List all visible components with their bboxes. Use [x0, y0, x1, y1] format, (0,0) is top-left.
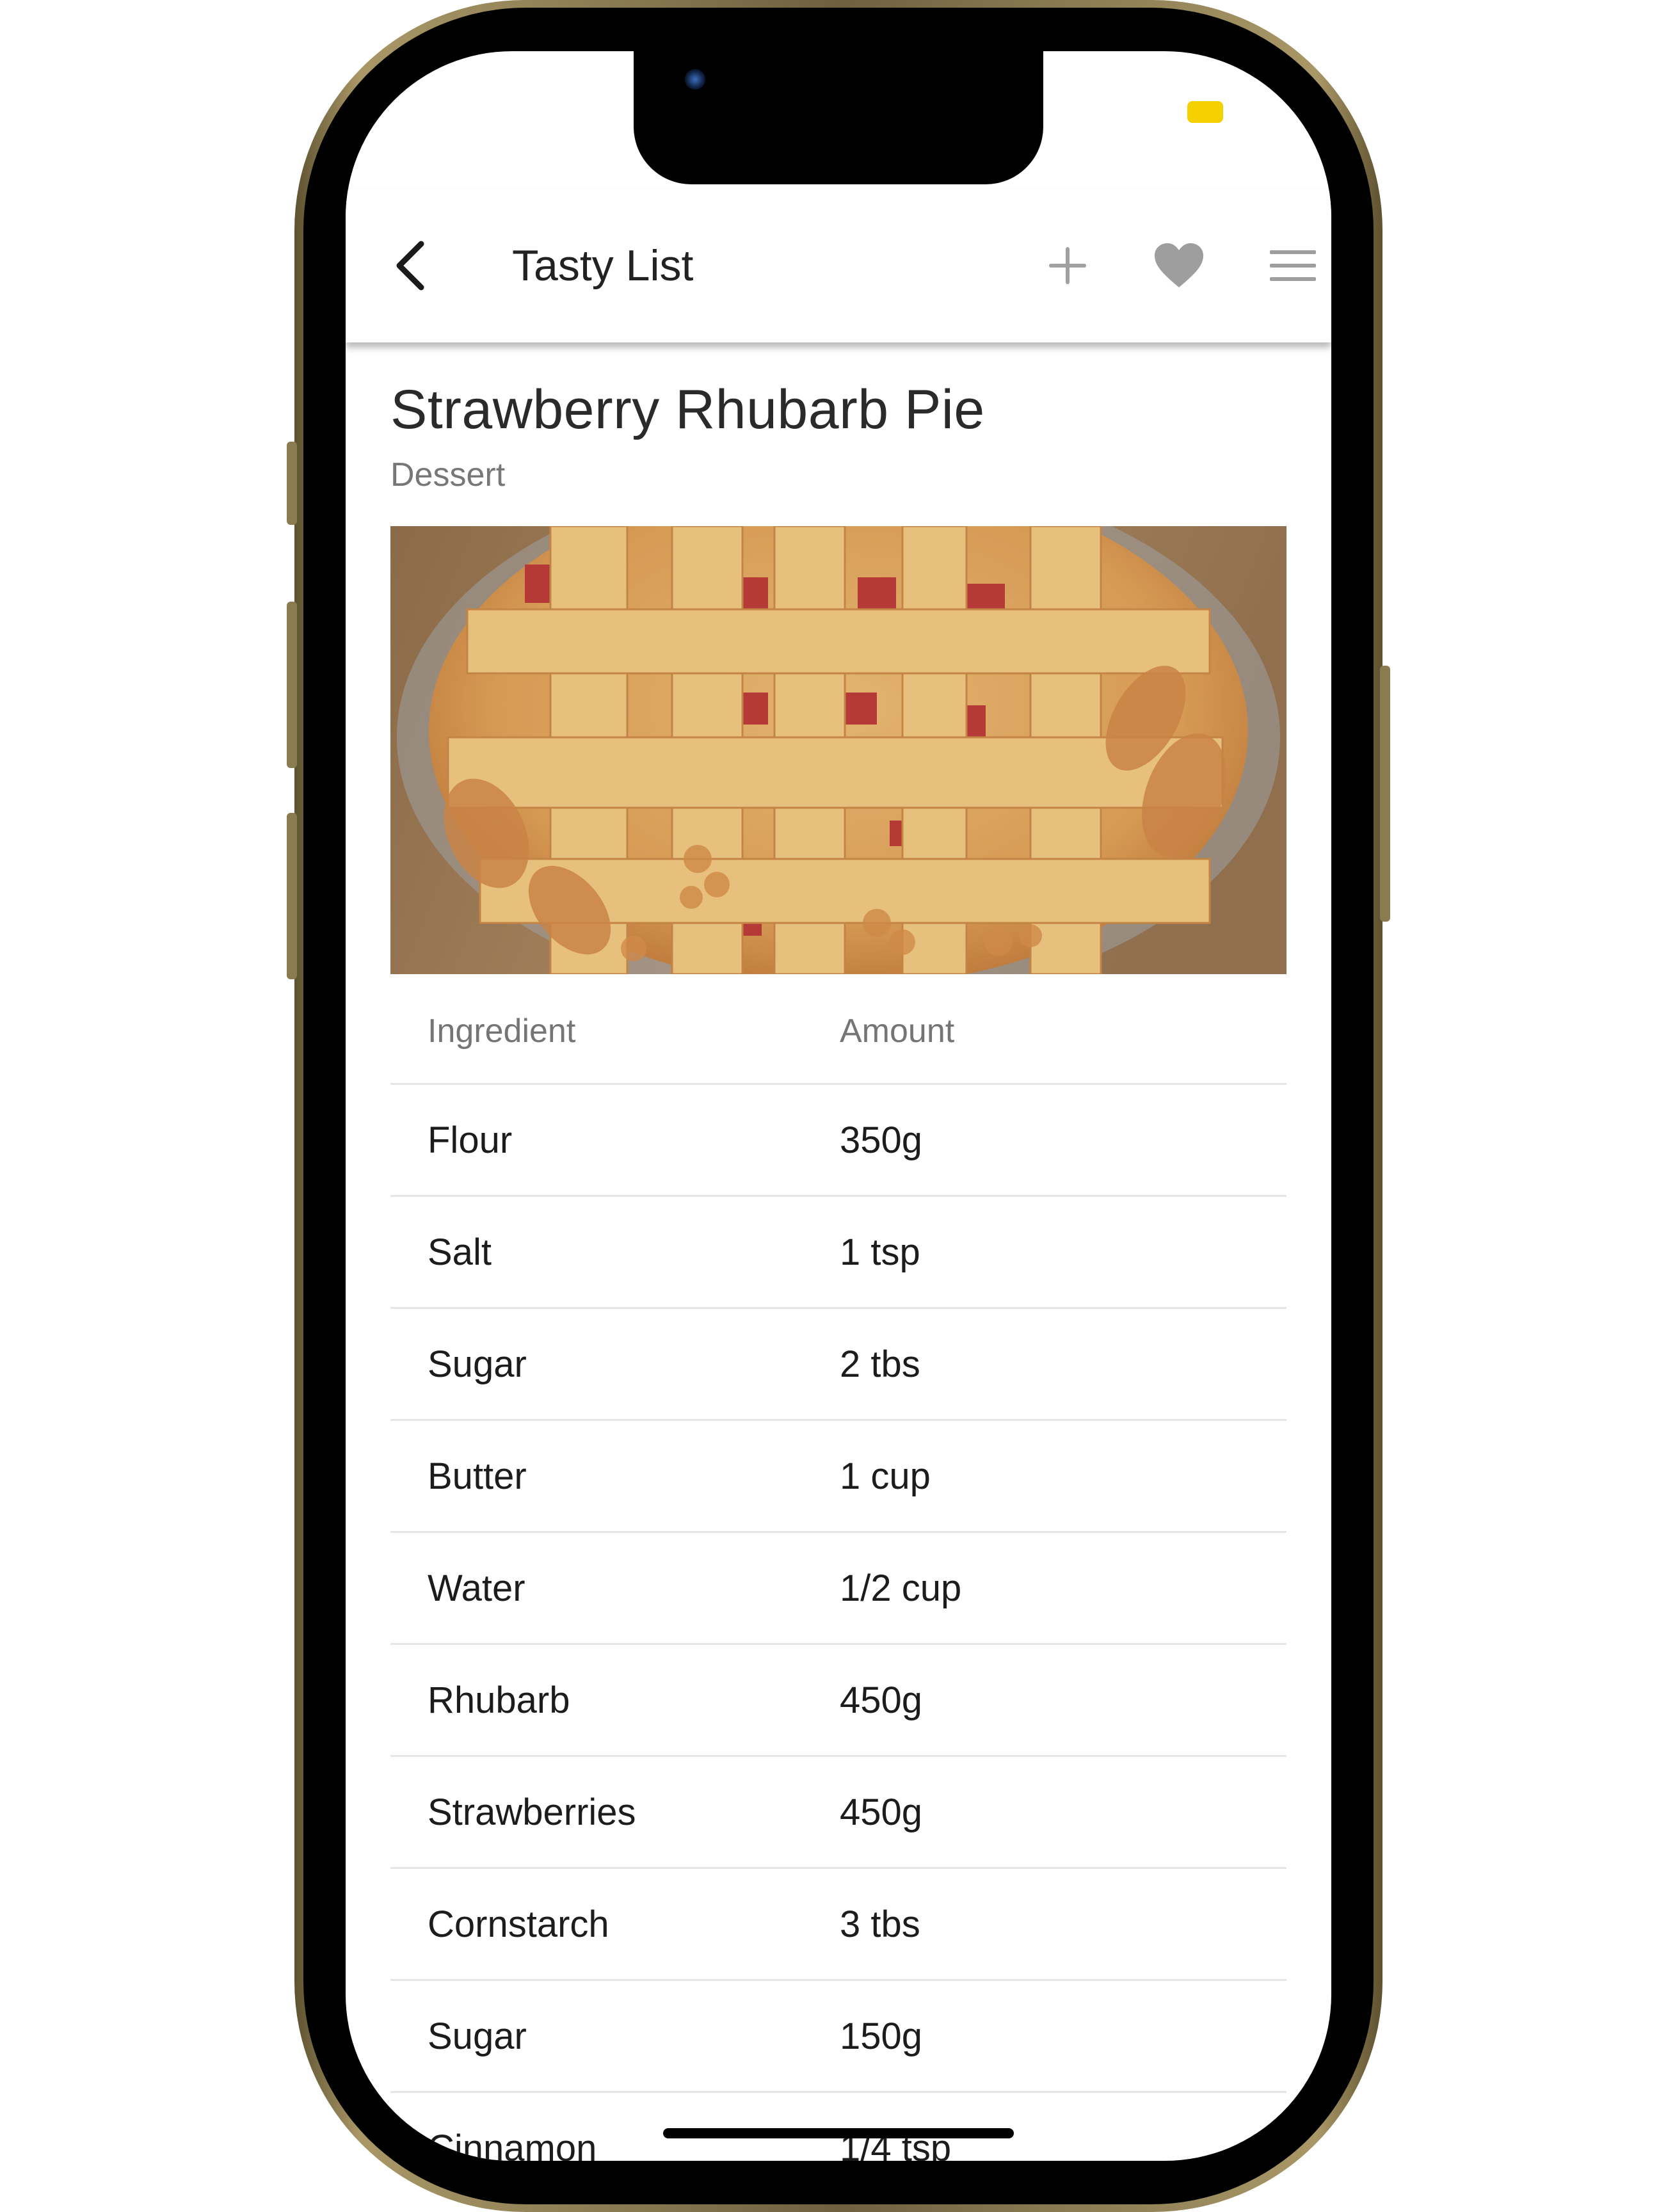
amount-cell: 1 cup [840, 1455, 931, 1497]
ingredient-cell: Cornstarch [428, 1903, 609, 1945]
recipe-category: Dessert [390, 456, 506, 493]
column-header-ingredient: Ingredient [428, 1013, 576, 1050]
status-indicator [1187, 101, 1223, 123]
recipe-title: Strawberry Rhubarb Pie [390, 379, 985, 440]
stage: Tasty List Strawberry Rhubarb Pie Desser… [0, 0, 1659, 2212]
amount-cell: 150g [840, 2015, 923, 2057]
app-bar: Tasty List [346, 189, 1331, 342]
notch [634, 51, 1043, 184]
table-row[interactable]: Salt 1 tsp [390, 1197, 1286, 1309]
add-button[interactable] [1037, 235, 1098, 296]
plus-icon [1049, 247, 1086, 284]
menu-icon [1270, 250, 1316, 281]
table-row[interactable]: Sugar 2 tbs [390, 1309, 1286, 1421]
table-row[interactable]: Strawberries 450g [390, 1757, 1286, 1869]
power-button [1380, 666, 1390, 922]
amount-cell: 350g [840, 1119, 923, 1161]
column-header-amount: Amount [840, 1013, 955, 1050]
ingredient-cell: Cinnamon [428, 2127, 597, 2161]
ingredient-cell: Salt [428, 1231, 492, 1273]
ingredient-cell: Strawberries [428, 1791, 636, 1833]
table-row[interactable]: Sugar 150g [390, 1981, 1286, 2093]
chevron-left-icon [396, 241, 424, 291]
amount-cell: 450g [840, 1679, 923, 1721]
recipe-header: Strawberry Rhubarb Pie Dessert [390, 378, 1286, 495]
table-row[interactable]: Rhubarb 450g [390, 1645, 1286, 1757]
app-title: Tasty List [512, 241, 694, 290]
table-row[interactable]: Cornstarch 3 tbs [390, 1869, 1286, 1981]
amount-cell: 1/2 cup [840, 1567, 962, 1609]
ingredient-cell: Butter [428, 1455, 527, 1497]
front-camera [685, 69, 705, 90]
amount-cell: 450g [840, 1791, 923, 1833]
menu-button[interactable] [1262, 235, 1324, 296]
ingredient-cell: Water [428, 1567, 525, 1609]
ingredients-table: Ingredient Amount Flour 350g Salt 1 tsp … [390, 979, 1286, 2161]
table-row[interactable]: Butter 1 cup [390, 1421, 1286, 1533]
home-indicator[interactable] [663, 2128, 1014, 2138]
heart-icon [1155, 243, 1203, 287]
phone-screen: Tasty List Strawberry Rhubarb Pie Desser… [346, 51, 1331, 2161]
table-header-row: Ingredient Amount [390, 979, 1286, 1085]
favorite-button[interactable] [1148, 235, 1210, 296]
ingredient-cell: Sugar [428, 1343, 527, 1385]
amount-cell: 2 tbs [840, 1343, 920, 1385]
amount-cell: 1/4 tsp [840, 2127, 952, 2161]
table-row[interactable]: Flour 350g [390, 1085, 1286, 1197]
amount-cell: 3 tbs [840, 1903, 920, 1945]
mute-switch [287, 442, 297, 525]
recipe-photo [390, 526, 1286, 974]
back-button[interactable] [384, 239, 438, 293]
table-row[interactable]: Cinnamon 1/4 tsp [390, 2093, 1286, 2161]
ingredient-cell: Flour [428, 1119, 513, 1161]
table-row[interactable]: Water 1/2 cup [390, 1533, 1286, 1645]
ingredient-cell: Sugar [428, 2015, 527, 2057]
volume-down-button [287, 813, 297, 979]
lattice-pie-photo [390, 526, 1286, 974]
volume-up-button [287, 602, 297, 768]
ingredient-cell: Rhubarb [428, 1679, 570, 1721]
amount-cell: 1 tsp [840, 1231, 920, 1273]
